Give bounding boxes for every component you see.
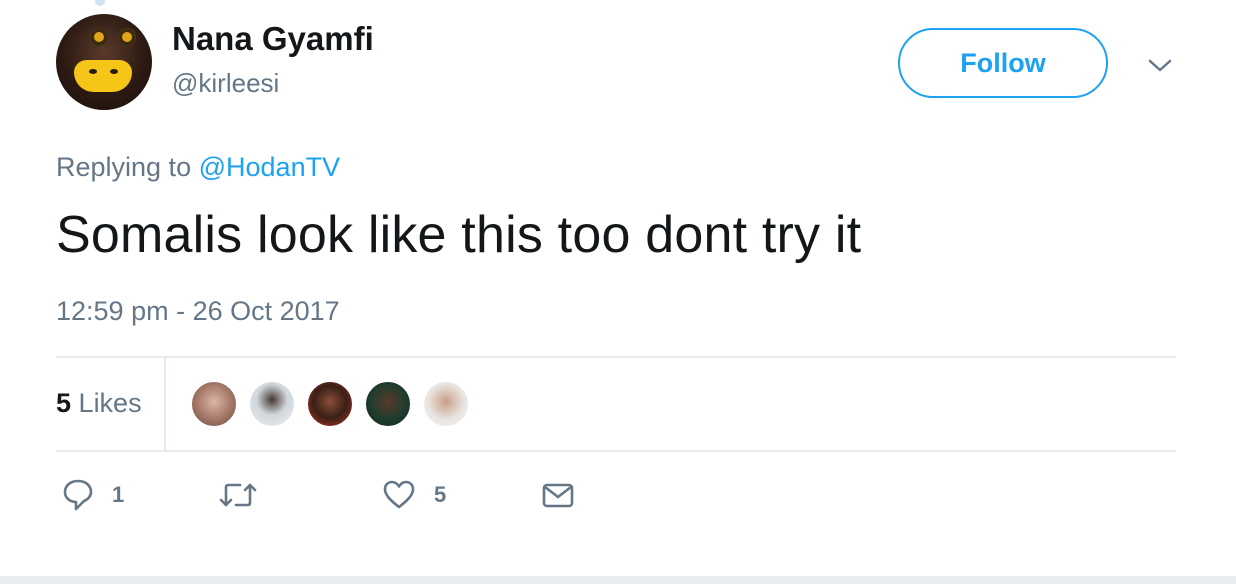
tweet-timestamp[interactable]: 12:59 pm - 26 Oct 2017 — [56, 296, 340, 327]
replying-to-mention[interactable]: @HodanTV — [199, 152, 340, 182]
likes-label: Likes — [78, 388, 142, 418]
bottom-divider — [0, 576, 1236, 584]
like-count: 5 — [434, 482, 447, 507]
top-indicator — [95, 0, 105, 6]
likes-count[interactable]: 5 Likes — [56, 388, 142, 419]
divider-bottom — [56, 450, 1176, 452]
follow-button[interactable]: Follow — [898, 28, 1108, 98]
user-name[interactable]: Nana Gyamfi — [172, 20, 374, 58]
likes-number: 5 — [56, 388, 72, 418]
envelope-icon — [542, 483, 574, 508]
reply-count: 1 — [112, 482, 125, 507]
replying-to-label: Replying to — [56, 152, 192, 182]
retweet-icon — [219, 483, 257, 507]
likes-divider — [164, 358, 166, 450]
liker-avatar[interactable] — [306, 380, 354, 428]
user-handle[interactable]: @kirleesi — [172, 68, 279, 99]
retweet-button[interactable] — [218, 478, 258, 512]
liker-avatar[interactable] — [190, 380, 238, 428]
avatar[interactable] — [56, 14, 152, 110]
heart-icon — [383, 480, 415, 509]
reply-button[interactable]: 1 — [62, 478, 124, 512]
tweet-text: Somalis look like this too dont try it — [56, 206, 862, 264]
direct-message-button[interactable] — [541, 478, 575, 512]
avatar-eye-right — [110, 69, 118, 74]
avatar-eye-left — [89, 69, 97, 74]
divider-top — [56, 356, 1176, 358]
liker-avatar[interactable] — [364, 380, 412, 428]
avatar-mask — [74, 60, 132, 92]
chevron-down-icon[interactable] — [1146, 54, 1174, 76]
avatar-ear-left — [90, 28, 108, 46]
avatar-ear-right — [118, 28, 136, 46]
replying-to: Replying to @HodanTV — [56, 152, 340, 183]
liker-avatar[interactable] — [422, 380, 470, 428]
liker-avatar[interactable] — [248, 380, 296, 428]
like-button[interactable]: 5 — [382, 478, 446, 512]
reply-icon — [63, 479, 93, 511]
